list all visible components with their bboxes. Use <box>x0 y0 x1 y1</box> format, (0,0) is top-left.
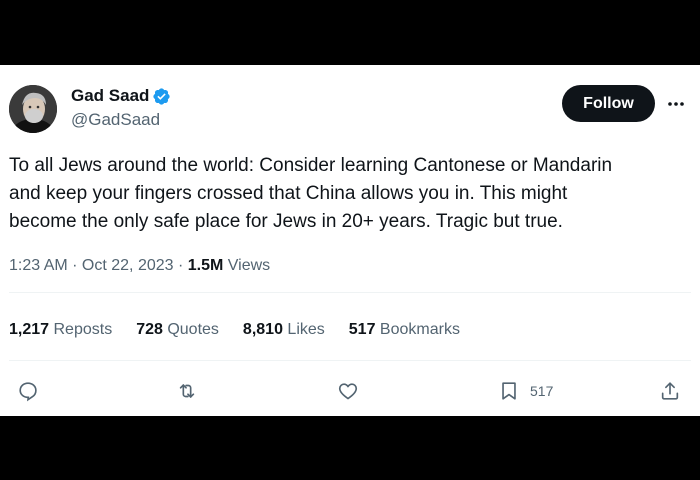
divider <box>9 292 691 293</box>
stat-label: Likes <box>282 321 325 338</box>
follow-button[interactable]: Follow <box>562 85 655 122</box>
stat-count: 517 <box>348 321 376 338</box>
stat-label: Reposts <box>49 321 113 338</box>
views-count: 1.5M <box>187 257 224 274</box>
divider <box>9 360 691 361</box>
author-name[interactable]: Gad Saad <box>71 86 171 106</box>
stat-label: Quotes <box>162 321 219 338</box>
author-name-text: Gad Saad <box>71 86 150 105</box>
repost-icon[interactable] <box>176 378 198 404</box>
tweet-card: Gad Saad @GadSaad Follow To all Jews aro… <box>0 65 700 416</box>
action-bar: 517 <box>0 376 700 406</box>
avatar-image <box>9 85 57 133</box>
views-label: Views <box>223 257 271 274</box>
stat-bookmarks[interactable]: 517 Bookmarks <box>349 321 460 339</box>
engagement-stats: 1,217 Reposts 728 Quotes 8,810 Likes 517… <box>9 321 484 339</box>
bookmark-button[interactable]: 517 <box>498 378 553 404</box>
bookmark-count: 517 <box>530 383 554 399</box>
stat-count: 728 <box>136 321 163 338</box>
author-handle[interactable]: @GadSaad <box>71 110 160 130</box>
stat-reposts[interactable]: 1,217 Reposts <box>9 321 112 339</box>
stat-count: 8,810 <box>242 321 283 338</box>
stat-quotes[interactable]: 728 Quotes <box>136 321 219 339</box>
verified-badge-icon <box>152 87 171 106</box>
stat-count: 1,217 <box>9 321 50 338</box>
avatar[interactable] <box>9 85 57 133</box>
tweet-timestamp[interactable]: 1:23 AM · Oct 22, 2023 · <box>9 257 188 274</box>
bookmark-icon <box>498 380 520 402</box>
tweet-text: To all Jews around the world: Consider l… <box>9 155 613 232</box>
tweet-meta: 1:23 AM · Oct 22, 2023 · 1.5M Views <box>9 257 270 275</box>
stat-likes[interactable]: 8,810 Likes <box>243 321 325 339</box>
share-icon[interactable] <box>659 378 681 404</box>
more-options-icon[interactable] <box>666 94 686 114</box>
reply-icon[interactable] <box>17 378 39 404</box>
stat-label: Bookmarks <box>375 321 460 338</box>
like-icon[interactable] <box>337 378 359 404</box>
